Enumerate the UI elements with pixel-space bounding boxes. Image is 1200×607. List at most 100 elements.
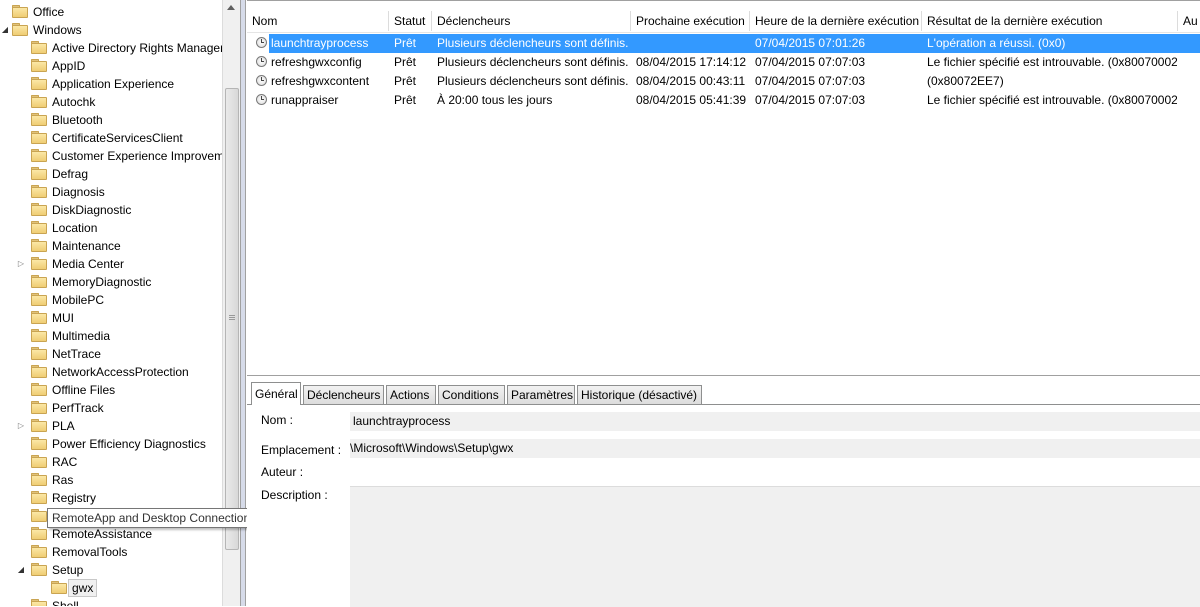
tree-item-label: Setup <box>52 563 84 577</box>
tab-triggers[interactable]: Déclencheurs <box>303 385 384 404</box>
tree-item[interactable]: MemoryDiagnostic <box>0 273 222 291</box>
folder-icon <box>12 23 28 36</box>
scroll-up-arrow-icon[interactable] <box>227 5 235 10</box>
task-next-run: 08/04/2015 00:43:11 <box>636 74 746 88</box>
task-row[interactable]: refreshgwxconfig Prêt Plusieurs déclencheu… <box>247 53 1200 72</box>
column-header-last-run[interactable]: Heure de la dernière exécution <box>750 11 922 31</box>
tree-item-label: Multimedia <box>52 329 111 343</box>
column-header-next-run[interactable]: Prochaine exécution <box>631 11 750 31</box>
tree-item[interactable]: DiskDiagnostic <box>0 201 222 219</box>
folder-icon <box>31 365 47 378</box>
tree-item-label: Shell <box>52 599 79 606</box>
tab-conditions[interactable]: Conditions <box>438 385 505 404</box>
tree-item[interactable]: Maintenance <box>0 237 222 255</box>
tree-item[interactable]: gwx <box>0 579 222 597</box>
tree-item-label: Maintenance <box>52 239 121 253</box>
scheduled-task-clock-icon <box>256 56 267 67</box>
tree-item-label: Bluetooth <box>52 113 103 127</box>
folder-icon <box>31 59 47 72</box>
tree-item[interactable]: Customer Experience Improvement Program <box>0 147 222 165</box>
task-row[interactable]: refreshgwxcontent Prêt Plusieurs déclenche… <box>247 72 1200 91</box>
column-header-status[interactable]: Statut <box>389 11 432 31</box>
name-field[interactable]: launchtrayprocess <box>350 412 1200 431</box>
tree-item[interactable]: Location <box>0 219 222 237</box>
column-header-triggers[interactable]: Déclencheurs <box>432 11 631 31</box>
scheduled-task-clock-icon <box>256 75 267 86</box>
tree-item[interactable]: ◢ Windows <box>0 21 222 39</box>
tree-item[interactable]: ▷ Media Center <box>0 255 222 273</box>
location-field[interactable]: \Microsoft\Windows\Setup\gwx <box>350 439 1200 458</box>
tree-item[interactable]: NetTrace <box>0 345 222 363</box>
tree-item[interactable]: AppID <box>0 57 222 75</box>
expand-arrow-icon[interactable]: ▷ <box>16 417 26 435</box>
task-triggers: Plusieurs déclencheurs sont définis. <box>437 55 629 69</box>
collapse-arrow-icon[interactable]: ◢ <box>16 561 26 579</box>
tab-general[interactable]: Général <box>251 382 301 405</box>
tree-item[interactable]: Bluetooth <box>0 111 222 129</box>
folder-icon <box>31 347 47 360</box>
tree-item-label: Active Directory Rights Management Servi… <box>52 41 222 55</box>
tree-item[interactable]: Office <box>0 3 222 21</box>
task-status: Prêt <box>394 74 417 88</box>
tree-item-label: PerfTrack <box>52 401 104 415</box>
folder-icon <box>51 581 67 594</box>
tree-item[interactable]: ◢ Setup <box>0 561 222 579</box>
column-header-name[interactable]: Nom <box>247 11 389 31</box>
folder-icon <box>31 95 47 108</box>
tree-item[interactable]: Registry <box>0 489 222 507</box>
task-next-run <box>636 34 748 53</box>
tree-item[interactable]: Autochk <box>0 93 222 111</box>
column-header-author[interactable]: Au <box>1178 11 1200 31</box>
folder-icon <box>31 275 47 288</box>
task-list[interactable]: Nom Statut Déclencheurs Prochaine exécut… <box>247 0 1200 376</box>
tab-settings[interactable]: Paramètres <box>507 385 575 404</box>
expand-arrow-icon[interactable]: ▷ <box>16 255 26 273</box>
tree-item[interactable]: MobilePC <box>0 291 222 309</box>
tree-item-label: Location <box>52 221 98 235</box>
folder-icon <box>31 329 47 342</box>
header-divider <box>247 32 1200 33</box>
task-last-run: 07/04/2015 07:07:03 <box>755 74 866 88</box>
scheduled-task-clock-icon <box>256 37 267 48</box>
tree-item[interactable]: Multimedia <box>0 327 222 345</box>
task-last-run: 07/04/2015 07:07:03 <box>755 93 866 107</box>
task-last-run: 07/04/2015 07:01:26 <box>755 36 866 50</box>
description-field[interactable] <box>350 486 1200 607</box>
tree-item[interactable]: Ras <box>0 471 222 489</box>
tree-item-label: Offline Files <box>52 383 116 397</box>
tree-item[interactable]: ▷ PLA <box>0 417 222 435</box>
tree-item[interactable]: RAC <box>0 453 222 471</box>
tree-item[interactable]: MUI <box>0 309 222 327</box>
tree-item[interactable]: Offline Files <box>0 381 222 399</box>
tree-item-label: Diagnosis <box>52 185 105 199</box>
tree-item-label: AppID <box>52 59 86 73</box>
task-name: runappraiser <box>271 93 339 107</box>
task-row[interactable]: launchtrayprocess Prêt Plusieurs déclenche… <box>247 34 1200 53</box>
name-label: Nom : <box>261 413 294 427</box>
tab-history[interactable]: Historique (désactivé) <box>577 385 702 404</box>
folder-icon <box>31 311 47 324</box>
tree-item[interactable]: Power Efficiency Diagnostics <box>0 435 222 453</box>
tree-item[interactable]: NetworkAccessProtection <box>0 363 222 381</box>
tree-item[interactable]: RemovalTools <box>0 543 222 561</box>
tree-item[interactable]: Shell <box>0 597 222 606</box>
folder-icon <box>31 77 47 90</box>
folder-icon <box>31 563 47 576</box>
author-field[interactable] <box>350 462 1200 481</box>
detail-tabstrip: Général Déclencheurs Actions Conditions … <box>247 376 1200 405</box>
tree-item[interactable]: Defrag <box>0 165 222 183</box>
tree-item[interactable]: Diagnosis <box>0 183 222 201</box>
tree-item[interactable]: CertificateServicesClient <box>0 129 222 147</box>
folder-icon <box>31 491 47 504</box>
column-header-last-result[interactable]: Résultat de la dernière exécution <box>922 11 1178 31</box>
scrollbar-grip-icon <box>229 315 235 316</box>
collapse-arrow-icon[interactable]: ◢ <box>0 21 10 39</box>
scrollbar-thumb[interactable] <box>225 88 239 550</box>
tree-item[interactable]: PerfTrack <box>0 399 222 417</box>
tree-item[interactable]: Active Directory Rights Management Servi… <box>0 39 222 57</box>
task-row[interactable]: runappraiser Prêt À 20:00 tous les jours 08… <box>247 91 1200 110</box>
tree-item[interactable]: Application Experience <box>0 75 222 93</box>
tab-actions[interactable]: Actions <box>386 385 436 404</box>
tree-item-label: NetworkAccessProtection <box>52 365 189 379</box>
tree-item-label: PLA <box>52 419 75 433</box>
